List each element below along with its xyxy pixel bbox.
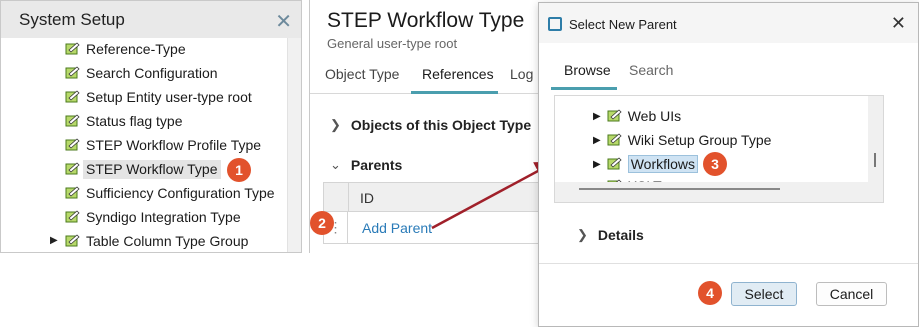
dialog-tabs: Browse Search xyxy=(551,58,911,90)
tree-item-label: Sufficiency Configuration Type xyxy=(86,185,275,201)
browse-tree: ▶ Web UIs ▶ Wiki Setup Group Type ▶ Work… xyxy=(554,95,884,203)
vertical-scrollbar[interactable] xyxy=(868,96,883,202)
close-icon[interactable]: ✕ xyxy=(891,13,906,34)
tree-item-syndigo-integration[interactable]: Syndigo Integration Type xyxy=(65,206,241,228)
details-section[interactable]: ❯ Details xyxy=(577,227,644,243)
add-parent-link[interactable]: Add Parent xyxy=(362,220,432,236)
divider xyxy=(539,263,918,264)
object-type-icon xyxy=(607,157,622,171)
step-badge-2: 2 xyxy=(310,211,334,235)
close-icon[interactable]: ✕ xyxy=(275,9,292,34)
tree-item-label: STEP Workflow Profile Type xyxy=(86,137,262,153)
expand-caret-icon[interactable]: ▶ xyxy=(593,135,601,146)
tree-item-reference-type[interactable]: Reference-Type xyxy=(65,38,186,60)
chevron-right-icon: ❯ xyxy=(330,117,341,132)
active-tab-indicator xyxy=(411,91,498,94)
tree-item-label: Search Configuration xyxy=(86,65,218,81)
object-type-icon xyxy=(65,138,80,152)
scroll-thumb[interactable] xyxy=(579,188,780,190)
page-subtitle: General user-type root xyxy=(327,36,458,51)
window-icon xyxy=(548,17,562,31)
step-badge-3: 3 xyxy=(703,152,727,176)
tab-search[interactable]: Search xyxy=(629,62,673,78)
tree-item-setup-entity[interactable]: Setup Entity user-type root xyxy=(65,86,252,108)
tab-log[interactable]: Log xyxy=(510,66,533,82)
object-type-icon xyxy=(65,42,80,56)
section-title: Objects of this Object Type xyxy=(350,117,532,133)
horizontal-scrollbar[interactable] xyxy=(555,182,868,202)
tree-item-status-flag-type[interactable]: Status flag type xyxy=(65,110,183,132)
section-parents[interactable]: ⌄ Parents xyxy=(330,157,402,173)
tree-item-label: Reference-Type xyxy=(86,41,186,57)
step-badge-4: 4 xyxy=(698,281,722,305)
tree-item-label: Wiki Setup Group Type xyxy=(627,132,772,148)
cancel-button[interactable]: Cancel xyxy=(816,282,887,306)
scroll-thumb[interactable] xyxy=(874,153,876,167)
tree-item-label: Status flag type xyxy=(86,113,183,129)
tree-item-label: Syndigo Integration Type xyxy=(86,209,241,225)
column-header-id[interactable]: ID xyxy=(360,190,374,206)
expand-caret-icon[interactable]: ▶ xyxy=(593,159,601,170)
system-setup-panel: System Setup ✕ Reference-Type Search Con… xyxy=(0,0,302,253)
tab-object-type[interactable]: Object Type xyxy=(325,66,399,82)
dialog-titlebar: Select New Parent ✕ xyxy=(539,3,918,43)
chevron-right-icon: ❯ xyxy=(577,227,588,242)
tree-item-search-configuration[interactable]: Search Configuration xyxy=(65,62,218,84)
panel-scrollbar[interactable] xyxy=(287,38,301,252)
object-type-icon xyxy=(607,109,622,123)
object-type-icon xyxy=(65,186,80,200)
expand-caret-icon[interactable]: ▶ xyxy=(50,235,58,246)
tree-item-label: Web UIs xyxy=(627,108,682,124)
tree-item-workflow-type[interactable]: STEP Workflow Type xyxy=(65,158,221,180)
select-button[interactable]: Select xyxy=(731,282,797,306)
object-type-icon xyxy=(65,234,80,248)
object-type-icon xyxy=(65,90,80,104)
object-type-icon xyxy=(65,114,80,128)
section-title: Details xyxy=(597,227,644,243)
dialog-title: Select New Parent xyxy=(569,17,677,32)
section-objects[interactable]: ❯ Objects of this Object Type xyxy=(330,117,531,133)
tree-item-sufficiency-configuration[interactable]: Sufficiency Configuration Type xyxy=(65,182,275,204)
chevron-down-icon: ⌄ xyxy=(330,157,341,172)
expand-caret-icon[interactable]: ▶ xyxy=(593,111,601,122)
select-new-parent-dialog: Select New Parent ✕ Browse Search ▶ Web … xyxy=(538,2,919,327)
tree-item-label: STEP Workflow Type xyxy=(83,159,221,179)
tree-item-label: Setup Entity user-type root xyxy=(86,89,252,105)
tree-item-workflow-profile-type[interactable]: STEP Workflow Profile Type xyxy=(65,134,261,156)
tree-item-workflows[interactable]: ▶ Workflows xyxy=(593,153,699,175)
tree-item-table-column-type-group[interactable]: Table Column Type Group xyxy=(65,230,248,252)
tree-item-wiki-setup[interactable]: ▶ Wiki Setup Group Type xyxy=(593,129,771,151)
tree-item-label: Table Column Type Group xyxy=(86,233,249,249)
object-type-icon xyxy=(65,210,80,224)
tab-browse[interactable]: Browse xyxy=(564,62,611,78)
object-type-icon xyxy=(607,133,622,147)
page-title: STEP Workflow Type xyxy=(327,9,525,32)
tab-references[interactable]: References xyxy=(422,66,494,82)
column-separator xyxy=(348,183,349,211)
tree-item-label: Workflows xyxy=(627,155,699,173)
system-setup-header: System Setup ✕ xyxy=(1,1,301,38)
object-type-icon xyxy=(65,162,80,176)
panel-title: System Setup xyxy=(19,9,125,29)
step-badge-1: 1 xyxy=(227,158,251,182)
section-title: Parents xyxy=(350,157,403,173)
active-tab-indicator xyxy=(551,87,617,90)
object-type-icon xyxy=(65,66,80,80)
tree-item-web-uis[interactable]: ▶ Web UIs xyxy=(593,105,681,127)
